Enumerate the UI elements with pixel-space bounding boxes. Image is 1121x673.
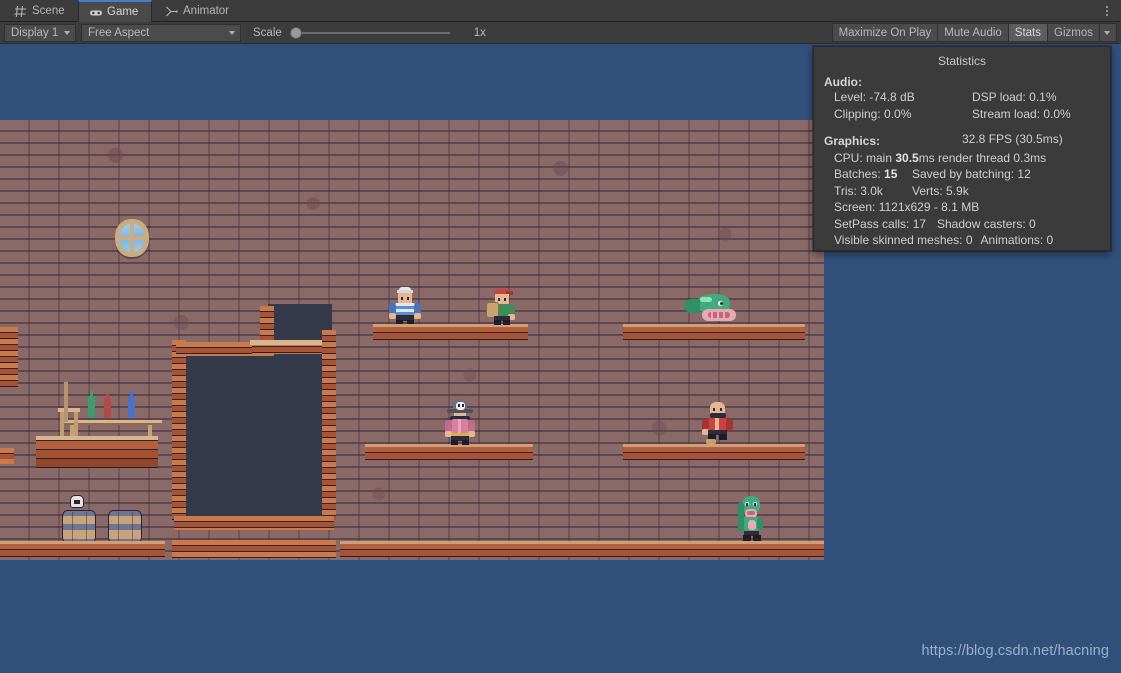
platform-mid-left: [365, 444, 533, 460]
shadow-casters-value: Shadow casters: 0: [937, 216, 1036, 231]
watermark-url: https://blog.csdn.net/hacning: [921, 643, 1109, 659]
wall-edge-brick-left: [0, 327, 18, 387]
audio-heading: Audio:: [824, 75, 862, 89]
tab-animator-label: Animator: [183, 5, 230, 17]
barrel-right: [108, 510, 142, 544]
verts-value: Verts: 5.9k: [912, 183, 969, 198]
scale-slider-group: Scale 1x: [253, 26, 486, 39]
stool-leg-right: [74, 412, 78, 438]
stool-back-post: [64, 382, 68, 422]
batches-row: Batches: 15 Saved by batching: 12: [824, 166, 1100, 183]
fish-enemy: [684, 294, 738, 324]
platform-floor-left: [0, 541, 165, 557]
chevron-down-icon: [1104, 30, 1110, 35]
platform-floor-right: [340, 541, 824, 557]
aspect-ratio-dropdown[interactable]: Free Aspect: [81, 23, 241, 42]
scale-slider[interactable]: [289, 26, 450, 39]
graphics-heading-row: Graphics: 32.8 FPS (30.5ms): [824, 131, 1100, 150]
fps-value: 32.8 FPS (30.5ms): [962, 132, 1063, 146]
setpass-row: SetPass calls: 17 Shadow casters: 0: [824, 216, 1100, 233]
audio-clipping-value: Clipping: 0.0%: [834, 106, 912, 121]
captain-character: [443, 399, 475, 445]
chevron-down-icon: [64, 30, 70, 35]
aspect-ratio-label: Free Aspect: [88, 26, 150, 39]
display-dropdown-label: Display 1: [11, 26, 59, 39]
platform-mid-right: [623, 444, 805, 460]
fishman-character: [738, 496, 764, 542]
barrel-left: [62, 510, 96, 544]
dsp-load-value: DSP load: 0.1%: [972, 90, 1057, 104]
scale-value-label: 1x: [473, 26, 486, 39]
statistics-title: Statistics: [937, 54, 986, 68]
gizmos-button[interactable]: Gizmos: [1047, 23, 1100, 42]
cpu-main-value: 30.5: [895, 150, 919, 165]
skinned-meshes-row: Visible skinned meshes: 0 Animations: 0: [824, 232, 1100, 249]
display-dropdown[interactable]: Display 1: [4, 23, 76, 42]
audio-level-row: Level: -74.8 dB DSP load: 0.1%: [824, 89, 1100, 106]
doorway-frame-left: [172, 340, 186, 520]
bottle-red: [104, 393, 111, 418]
tab-bar: Scene Game Animator: [0, 0, 1121, 22]
tab-animator[interactable]: Animator: [155, 0, 241, 22]
doorway-frame-right: [322, 330, 336, 520]
tab-scene-label: Scene: [32, 5, 65, 17]
bottle-blue: [128, 391, 135, 418]
screen-value: Screen: 1121x629 - 8.1 MB: [834, 200, 980, 214]
wall-edge-brick-left-2: [0, 448, 14, 464]
porthole-window: [115, 219, 149, 257]
tris-value: Tris: 3.0k: [834, 183, 883, 198]
batches-value: 15: [884, 167, 898, 181]
tab-game[interactable]: Game: [78, 0, 152, 22]
stats-button[interactable]: Stats: [1007, 23, 1049, 42]
platform-upper-left: [373, 324, 528, 340]
panel-spacer: [824, 122, 1100, 131]
tab-scene[interactable]: Scene: [4, 0, 78, 22]
maximize-on-play-button[interactable]: Maximize On Play: [831, 23, 939, 42]
saved-by-batching-value: Saved by batching: 12: [912, 167, 1031, 181]
cpu-row: CPU: main 30.5ms render thread 0.3ms: [824, 150, 1100, 167]
mute-audio-button[interactable]: Mute Audio: [937, 23, 1009, 42]
graphics-heading: Graphics:: [824, 134, 881, 148]
doorway-threshold: [174, 516, 334, 530]
animations-value: Animations: 0: [980, 233, 1054, 247]
animator-icon: [165, 5, 178, 18]
mute-audio-label: Mute Audio: [944, 26, 1002, 39]
sailor-character: [388, 287, 422, 324]
tab-game-label: Game: [107, 6, 139, 18]
porthole-bar-horizontal: [118, 236, 146, 240]
kebab-menu-icon[interactable]: [1099, 2, 1115, 20]
skull-prop: [70, 495, 84, 508]
platform-upper-right: [623, 324, 805, 340]
bar-counter: [36, 436, 158, 468]
gizmos-label: Gizmos: [1054, 26, 1093, 39]
audio-clipping-row: Clipping: 0.0% Stream load: 0.0%: [824, 106, 1100, 123]
stream-load-value: Stream load: 0.0%: [972, 106, 1071, 121]
visible-skinned-meshes-value: Visible skinned meshes: 0: [834, 233, 973, 247]
maximize-on-play-label: Maximize On Play: [838, 26, 932, 39]
doorway: [180, 352, 332, 517]
pirate-bandana-character: [486, 289, 516, 325]
chevron-down-icon: [229, 30, 235, 35]
audio-level-value: Level: -74.8 dB: [834, 90, 915, 104]
cpu-suffix: ms render thread 0.3ms: [918, 150, 1047, 165]
gamepad-icon: [89, 6, 102, 19]
bottle-green: [88, 391, 95, 418]
bald-pirate-character: [702, 402, 733, 445]
statistics-panel: Statistics Audio: Level: -74.8 dB DSP lo…: [813, 46, 1111, 251]
gizmos-dropdown-button[interactable]: [1099, 23, 1117, 42]
scale-label: Scale: [253, 26, 282, 39]
doorway-frame-bottom: [172, 540, 336, 558]
game-view-render-area[interactable]: Statistics Audio: Level: -74.8 dB DSP lo…: [0, 44, 1121, 673]
setpass-calls-value: SetPass calls: 17: [834, 216, 927, 231]
brick-wall-background: [0, 120, 824, 560]
unity-editor-window: Scene Game Animator Display 1 Free Aspec…: [0, 0, 1121, 673]
stats-label: Stats: [1014, 26, 1042, 39]
grid-icon: [14, 5, 27, 18]
cpu-prefix: CPU: main: [834, 150, 896, 165]
tris-verts-row: Tris: 3.0k Verts: 5.9k: [824, 183, 1100, 200]
game-view-toolbar: Display 1 Free Aspect Scale 1x Maximize …: [0, 22, 1121, 44]
batches-prefix: Batches:: [834, 167, 885, 181]
scale-slider-handle[interactable]: [289, 26, 302, 39]
